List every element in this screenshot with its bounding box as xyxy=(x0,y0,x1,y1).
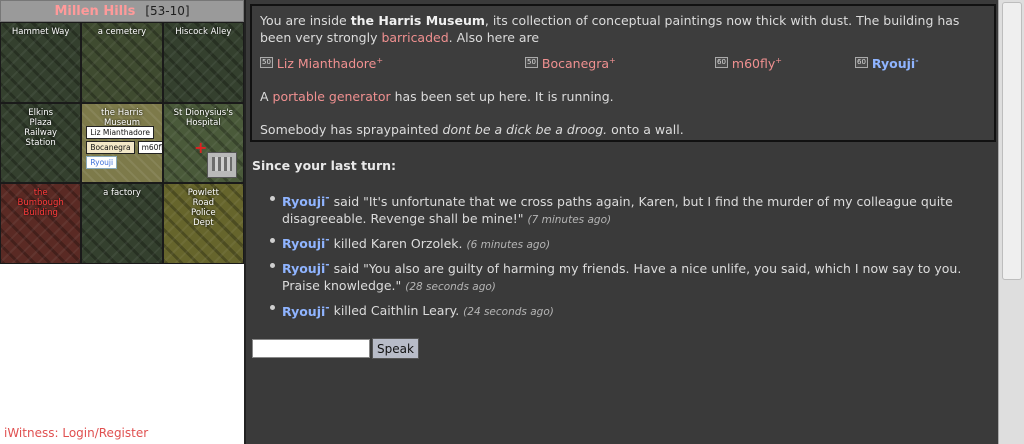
character-name: m60fly xyxy=(731,56,776,72)
generator-intro: A xyxy=(260,89,273,105)
location-description: You are inside the Harris Museum, its co… xyxy=(250,4,996,142)
map-cell-label: the Harris Museum xyxy=(101,107,143,128)
character-name: Liz Mianthadore xyxy=(276,56,377,72)
character-link[interactable]: Liz Mianthadore+ xyxy=(277,52,383,72)
actor-link[interactable]: Ryouji- xyxy=(282,301,330,319)
map-header: Millen Hills [53-10] xyxy=(0,0,244,22)
barricade-link[interactable]: barricaded xyxy=(381,30,448,45)
location-name: the Harris Museum xyxy=(350,13,485,28)
character-mark: + xyxy=(376,56,384,65)
character-mark: + xyxy=(775,56,782,65)
character-entry: 60 Ryouji- xyxy=(855,52,975,72)
character-tag: Ryouji xyxy=(86,155,118,169)
main-panel: You are inside the Harris Museum, its co… xyxy=(244,0,998,444)
event-list: Ryouji- said "It's unfortunate that we c… xyxy=(268,190,978,325)
character-link[interactable]: Bocanegra+ xyxy=(542,52,616,72)
level-badge: 50 xyxy=(525,56,538,68)
actor-link[interactable]: Ryouji- xyxy=(282,192,330,210)
event-text: said "It's unfortunate that we cross pat… xyxy=(282,194,953,227)
event-text: said "You also are guilty of harming my … xyxy=(282,261,962,294)
map-cell-label: Hiscock Alley xyxy=(175,27,232,37)
map-cell-cemetery[interactable]: a cemetery xyxy=(81,22,163,103)
character-tag: m60fly xyxy=(137,140,162,154)
suburb-name: Millen Hills xyxy=(54,3,136,19)
map-cell-label: St Dionysius's Hospital xyxy=(173,107,233,128)
map-cell-label: the Bumbough Building xyxy=(17,188,64,219)
graffiti-end: onto a wall. xyxy=(607,122,684,138)
generator-text: A portable generator has been set up her… xyxy=(260,88,986,105)
event-item: Ryouji- said "You also are guilty of har… xyxy=(268,257,978,296)
graffiti-text: Somebody has spraypainted dont be a dick… xyxy=(260,121,986,138)
map-cell-label: a cemetery xyxy=(97,27,147,37)
character-mark: + xyxy=(609,56,616,65)
level-badge: 50 xyxy=(260,56,273,68)
map-cell-label: Hammet Way xyxy=(11,27,70,37)
event-text: killed Karen Orzolek. xyxy=(329,236,463,252)
event-timestamp: (7 minutes ago) xyxy=(527,214,612,227)
character-entry: 50 Liz Mianthadore+ xyxy=(260,52,525,72)
characters-list: 50 Liz Mianthadore+ 50 Bocanegra+ 60 m60… xyxy=(260,52,986,72)
character-mark: - xyxy=(915,56,919,65)
speak-input[interactable] xyxy=(252,339,370,358)
page: Millen Hills [53-10] Hammet Way a cemete… xyxy=(0,0,1024,444)
character-link[interactable]: Ryouji- xyxy=(872,52,919,72)
map-cell-railway-station[interactable]: Elkins Plaza Railway Station xyxy=(0,102,82,184)
hospital-building-icon xyxy=(194,143,237,179)
event-item: Ryouji- said "It's unfortunate that we c… xyxy=(268,190,978,229)
map-cell-bumbough-building[interactable]: the Bumbough Building xyxy=(0,183,82,264)
actor-name: Ryouji xyxy=(282,261,326,277)
description-text: You are inside the Harris Museum, its co… xyxy=(260,12,986,46)
graffiti-intro: Somebody has spraypainted xyxy=(260,122,443,138)
map-cell-label: a factory xyxy=(103,188,141,199)
speak-button[interactable]: Speak xyxy=(372,338,419,359)
iwitness: iWitness: Login/Register xyxy=(4,426,148,440)
event-item: Ryouji- killed Karen Orzolek. (6 minutes… xyxy=(268,232,978,254)
scrollbar[interactable] xyxy=(998,0,1024,444)
map-cell-hammet-way[interactable]: Hammet Way xyxy=(0,22,82,103)
map-cell-factory[interactable]: a factory xyxy=(81,183,163,264)
actor-link[interactable]: Ryouji- xyxy=(282,234,330,252)
level-badge: 60 xyxy=(855,56,868,68)
actor-link[interactable]: Ryouji- xyxy=(282,259,330,277)
description-also: . Also here are xyxy=(448,30,540,45)
level-badge: 60 xyxy=(715,56,728,68)
map-cell-harris-museum: the Harris Museum Liz Mianthadore Bocane… xyxy=(81,102,163,184)
actor-name: Ryouji xyxy=(282,236,326,252)
iwitness-label: iWitness: xyxy=(4,426,59,440)
event-timestamp: (28 seconds ago) xyxy=(405,281,496,294)
graffiti-message: dont be a dick be a droog. xyxy=(442,122,608,138)
character-tag: Bocanegra xyxy=(86,140,135,154)
character-link[interactable]: m60fly+ xyxy=(732,52,782,72)
login-register-link[interactable]: Login/Register xyxy=(62,426,148,440)
character-tag: Liz Mianthadore xyxy=(86,125,154,139)
tag-row: Bocanegra m60fly xyxy=(86,140,162,154)
character-entry: 50 Bocanegra+ xyxy=(525,52,715,72)
speak-form: Speak xyxy=(252,338,419,359)
map-cell-police-dept[interactable]: Powlett Road Police Dept xyxy=(162,183,244,264)
character-name: Bocanegra xyxy=(541,56,610,72)
map-cell-label: Elkins Plaza Railway Station xyxy=(24,107,58,148)
character-tags: Liz Mianthadore Bocanegra m60fly Ryouji xyxy=(86,125,162,169)
left-panel: Millen Hills [53-10] Hammet Way a cemete… xyxy=(0,0,244,444)
character-name: Ryouji xyxy=(871,56,916,72)
scrollbar-thumb[interactable] xyxy=(1002,2,1022,280)
character-entry: 60 m60fly+ xyxy=(715,52,855,72)
event-timestamp: (6 minutes ago) xyxy=(466,239,551,252)
map-cell-label: Powlett Road Police Dept xyxy=(187,188,219,229)
map-coordinates: [53-10] xyxy=(145,4,190,18)
map-cell-hospital[interactable]: St Dionysius's Hospital xyxy=(162,102,244,184)
event-timestamp: (24 seconds ago) xyxy=(463,306,554,319)
generator-status: has been set up here. It is running. xyxy=(390,89,614,105)
actor-name: Ryouji xyxy=(282,303,326,319)
event-item: Ryouji- killed Caithlin Leary. (24 secon… xyxy=(268,299,978,321)
map-cell-hiscock-alley[interactable]: Hiscock Alley xyxy=(162,22,244,103)
map-grid: Hammet Way a cemetery Hiscock Alley Elki… xyxy=(0,22,244,264)
generator-link[interactable]: portable generator xyxy=(273,89,391,104)
description-intro: You are inside xyxy=(260,13,351,28)
since-last-turn-heading: Since your last turn: xyxy=(252,158,397,173)
event-text: killed Caithlin Leary. xyxy=(329,303,460,319)
actor-name: Ryouji xyxy=(282,194,326,210)
